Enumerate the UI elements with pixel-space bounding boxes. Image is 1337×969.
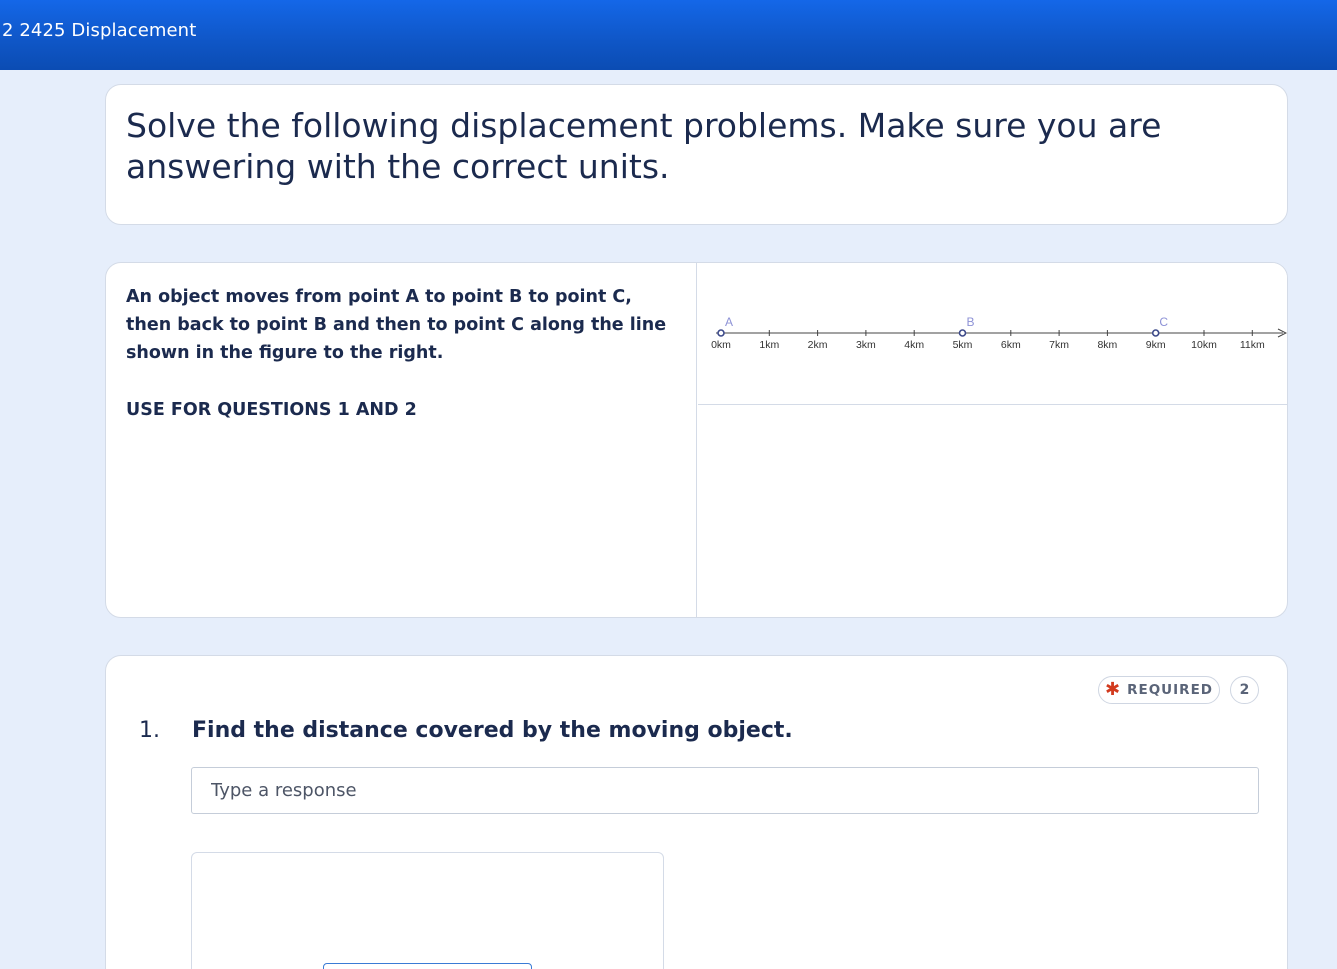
tick-label: 0km (711, 339, 731, 351)
tick-label: 11km (1240, 339, 1265, 351)
points-badge: 2 (1230, 676, 1259, 704)
point-label: C (1159, 315, 1168, 329)
tick-label: 5km (953, 339, 973, 351)
number-line-figure: 0km 1km 2km 3km 4km 5km 6km 7km 8km 9km 10km 11km A B… (698, 263, 1287, 405)
section-note: USE FOR QUESTIONS 1 AND 2 (126, 400, 417, 420)
asterisk-icon: ✱ (1105, 679, 1122, 700)
tick-label: 3km (856, 339, 876, 351)
point-label: A (725, 315, 733, 329)
tick-label: 7km (1049, 339, 1069, 351)
tick-label: 6km (1001, 339, 1021, 351)
point-marker (1151, 329, 1160, 337)
question-text: Find the distance covered by the moving … (192, 718, 793, 743)
upload-button[interactable] (323, 963, 532, 969)
section-description: An object moves from point A to point B … (126, 287, 667, 363)
number-line-svg: 0km 1km 2km 3km 4km 5km 6km 7km 8km 9km 10km 11km A B… (711, 315, 1287, 351)
required-label: REQUIRED (1127, 682, 1213, 698)
required-badge: ✱ REQUIRED (1098, 676, 1220, 704)
point-marker (717, 329, 725, 337)
form-title: 2 2425 Displacement (2, 20, 197, 41)
tick-label: 4km (904, 339, 924, 351)
response-input[interactable] (191, 767, 1259, 814)
tick-label: 8km (1097, 339, 1117, 351)
point-marker (958, 329, 967, 337)
form-heading: Solve the following displacement problem… (126, 106, 1162, 186)
question-number: 1. (139, 718, 160, 743)
header-card: Solve the following displacement problem… (105, 84, 1288, 225)
top-bar: 2 2425 Displacement (0, 0, 1337, 70)
tick-label: 9km (1146, 339, 1166, 351)
tick-label: 2km (808, 339, 828, 351)
point-label: B (966, 315, 974, 329)
tick-label: 1km (759, 339, 779, 351)
question-card: ✱ REQUIRED 2 1. Find the distance covere… (105, 655, 1288, 969)
section-figure-pane: 0km 1km 2km 3km 4km 5km 6km 7km 8km 9km 10km 11km A B… (698, 263, 1287, 617)
tick-label: 10km (1191, 339, 1217, 351)
section-card: An object moves from point A to point B … (105, 262, 1288, 618)
upload-area (191, 852, 664, 969)
section-text-pane: An object moves from point A to point B … (106, 263, 697, 617)
